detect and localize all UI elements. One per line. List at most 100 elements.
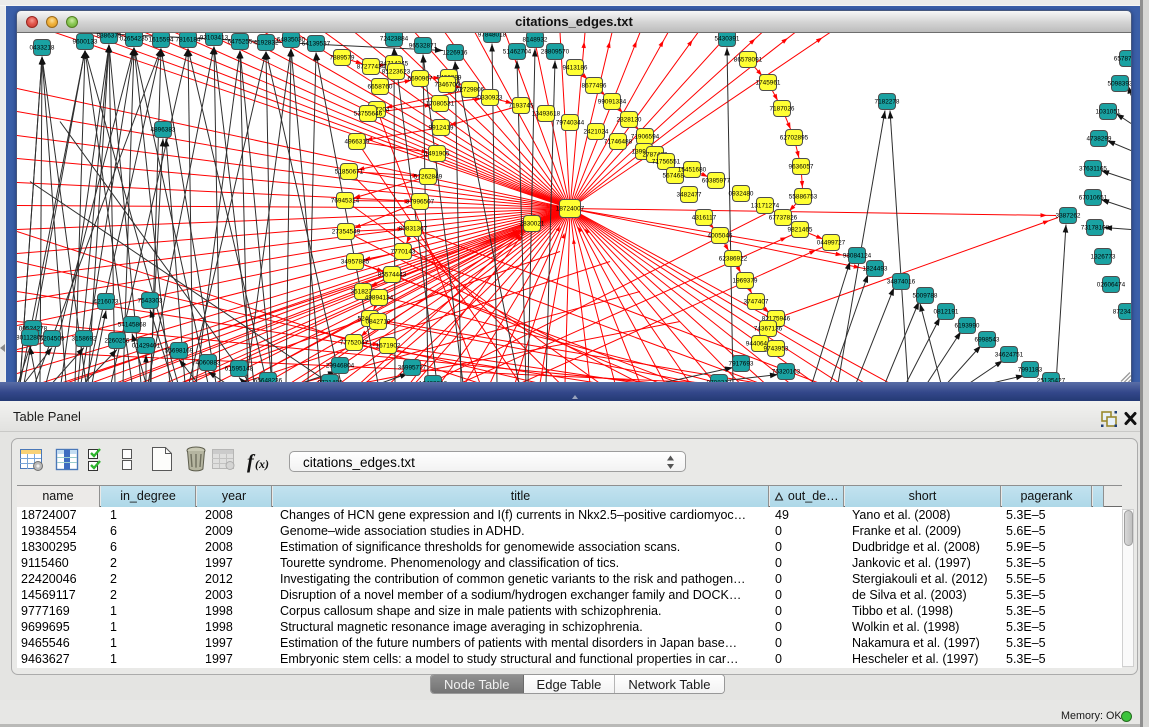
- svg-text:1226916: 1226916: [443, 49, 468, 56]
- svg-text:5009788: 5009788: [913, 292, 938, 299]
- svg-text:80831367: 80831367: [399, 225, 428, 232]
- svg-text:13171274: 13171274: [751, 202, 780, 209]
- svg-text:7193745: 7193745: [509, 102, 534, 109]
- svg-text:65787133: 65787133: [1114, 55, 1131, 62]
- svg-text:27354549: 27354549: [332, 228, 361, 235]
- svg-text:7770143: 7770143: [391, 248, 416, 255]
- svg-text:54145868: 54145868: [118, 321, 147, 328]
- svg-text:7816184: 7816184: [176, 36, 201, 43]
- svg-text:64139537: 64139537: [302, 40, 331, 47]
- svg-text:72423884: 72423884: [380, 35, 409, 42]
- svg-text:6193990: 6193990: [955, 322, 980, 329]
- svg-text:6998543: 6998543: [975, 336, 1000, 343]
- svg-text:62702895: 62702895: [780, 134, 809, 141]
- svg-text:3747407: 3747407: [744, 298, 769, 305]
- svg-text:49894134: 49894134: [365, 294, 394, 301]
- svg-text:3158692: 3158692: [72, 335, 97, 342]
- svg-text:55886753: 55886753: [789, 193, 818, 200]
- svg-text:34874016: 34874016: [887, 278, 916, 285]
- svg-text:4192832: 4192832: [254, 39, 279, 46]
- svg-text:29946804: 29946804: [326, 362, 355, 369]
- svg-text:02654235: 02654235: [120, 35, 149, 42]
- svg-text:01429401: 01429401: [132, 342, 161, 349]
- svg-text:1615594: 1615594: [149, 36, 174, 43]
- svg-text:1491905: 1491905: [425, 150, 450, 157]
- svg-text:6475255: 6475255: [228, 38, 253, 45]
- svg-text:2328120: 2328120: [617, 116, 642, 123]
- svg-text:98084124: 98084124: [843, 252, 872, 259]
- svg-text:9600133: 9600133: [73, 38, 98, 45]
- svg-text:34624751: 34624751: [995, 351, 1024, 358]
- svg-text:4316117: 4316117: [692, 214, 717, 221]
- svg-text:7889579: 7889579: [330, 54, 355, 61]
- svg-text:55698169: 55698169: [165, 347, 194, 354]
- svg-text:02606474: 02606474: [1097, 281, 1126, 288]
- svg-text:7543303: 7543303: [138, 297, 163, 304]
- svg-text:74367136: 74367136: [754, 325, 783, 332]
- svg-text:13493618: 13493618: [532, 110, 561, 117]
- svg-text:5098393: 5098393: [1108, 80, 1131, 87]
- svg-text:9821465: 9821465: [788, 226, 813, 233]
- svg-text:77752047: 77752047: [340, 339, 369, 346]
- svg-text:4060883: 4060883: [196, 359, 221, 366]
- svg-text:62386922: 62386922: [719, 255, 748, 262]
- svg-text:6204505: 6204505: [40, 335, 65, 342]
- svg-text:0812191: 0812191: [934, 308, 959, 315]
- svg-text:0330923: 0330923: [478, 94, 503, 101]
- svg-text:6690967: 6690967: [408, 75, 433, 82]
- svg-text:57262849: 57262849: [414, 173, 443, 180]
- svg-text:18724007: 18724007: [556, 205, 585, 212]
- svg-text:4216073: 4216073: [94, 298, 119, 305]
- svg-text:73178108: 73178108: [1081, 224, 1110, 231]
- svg-text:1671902: 1671902: [376, 342, 401, 349]
- svg-text:1031051: 1031051: [1096, 108, 1121, 115]
- svg-text:76945314: 76945314: [331, 197, 360, 204]
- svg-text:0433218: 0433218: [30, 44, 55, 51]
- svg-text:4005045: 4005045: [708, 232, 733, 239]
- svg-text:99091334: 99091334: [598, 98, 627, 105]
- svg-text:71906594: 71906594: [631, 133, 660, 140]
- svg-text:85574443: 85574443: [378, 271, 407, 278]
- svg-text:4896383: 4896383: [151, 126, 176, 133]
- svg-text:15451680: 15451680: [678, 166, 707, 173]
- svg-text:7917693: 7917693: [729, 360, 754, 367]
- svg-text:7182278: 7182278: [875, 98, 900, 105]
- svg-text:51462704: 51462704: [503, 48, 532, 55]
- svg-text:1326773: 1326773: [1091, 253, 1116, 260]
- svg-text:7991183: 7991183: [1018, 366, 1043, 373]
- svg-text:4966319: 4966319: [345, 138, 370, 145]
- svg-text:5430391: 5430391: [715, 35, 740, 42]
- svg-text:0842710: 0842710: [366, 318, 391, 325]
- svg-text:(x): (x): [255, 457, 269, 471]
- svg-text:9636057: 9636057: [789, 163, 814, 170]
- svg-text:1824493: 1824493: [863, 265, 888, 272]
- svg-text:86578091: 86578091: [734, 56, 763, 63]
- svg-text:97848018: 97848018: [478, 33, 507, 39]
- svg-text:34957885: 34957885: [341, 258, 370, 265]
- svg-text:9743953: 9743953: [764, 345, 789, 352]
- svg-text:9912419: 9912419: [429, 124, 454, 131]
- svg-text:51850671: 51850671: [335, 168, 364, 175]
- svg-text:87234309: 87234309: [1113, 308, 1131, 315]
- svg-text:37631165: 37631165: [1079, 165, 1107, 172]
- svg-text:71756551: 71756551: [652, 158, 681, 165]
- svg-text:3482477: 3482477: [677, 191, 702, 198]
- svg-text:8148932: 8148932: [523, 36, 548, 43]
- svg-text:7187026: 7187026: [770, 105, 795, 112]
- svg-text:96532871: 96532871: [409, 42, 438, 49]
- svg-text:0932480: 0932480: [729, 190, 754, 197]
- svg-text:62729806: 62729806: [456, 86, 485, 93]
- svg-text:79740344: 79740344: [556, 119, 585, 126]
- svg-text:9413186: 9413186: [563, 64, 588, 71]
- svg-text:3387262: 3387262: [1056, 212, 1081, 219]
- svg-text:8677496: 8677496: [582, 82, 607, 89]
- svg-text:1969379: 1969379: [733, 277, 758, 284]
- svg-text:36995777: 36995777: [398, 364, 427, 371]
- svg-text:2260256: 2260256: [105, 337, 130, 344]
- svg-text:67010651: 67010651: [1079, 194, 1108, 201]
- svg-text:4738299: 4738299: [1087, 135, 1112, 142]
- svg-text:2830021: 2830021: [520, 220, 545, 227]
- svg-text:8386379: 8386379: [97, 33, 122, 40]
- svg-text:2421024: 2421024: [584, 128, 609, 135]
- svg-text:61595148: 61595148: [225, 365, 254, 372]
